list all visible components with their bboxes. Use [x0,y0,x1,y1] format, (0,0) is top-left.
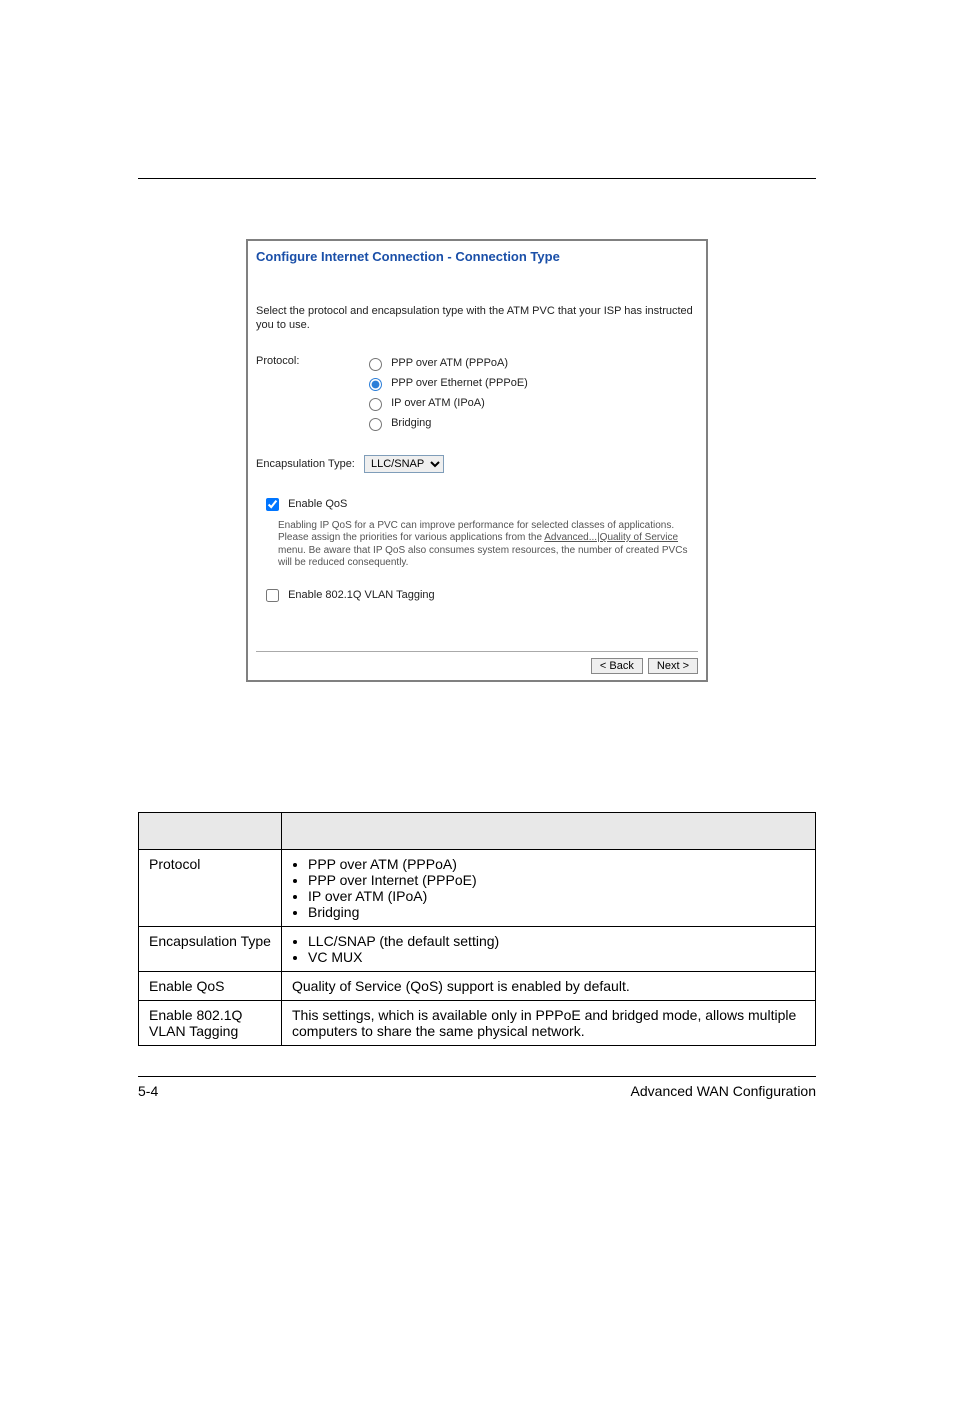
radio-label: IP over ATM (IPoA) [391,397,485,409]
list-item: PPP over ATM (PPPoA) [308,856,805,872]
enable-vlan-checkbox[interactable] [266,589,279,602]
cell-description: Quality of Service (QoS) support is enab… [282,971,816,1000]
cell-description: This settings, which is available only i… [282,1000,816,1045]
encapsulation-row: Encapsulation Type: LLC/SNAP [256,455,698,473]
table-header-setting [139,812,282,849]
list-item: LLC/SNAP (the default setting) [308,933,805,949]
radio-ipoa[interactable] [369,398,382,411]
page-footer: 5-4 Advanced WAN Configuration [138,1083,816,1099]
back-button[interactable]: < Back [591,658,643,674]
radio-pppoa[interactable] [369,358,382,371]
table-row: Enable 802.1Q VLAN Tagging This settings… [139,1000,816,1045]
qos-description: Enabling IP QoS for a PVC can improve pe… [278,520,690,570]
header-rule [138,178,816,179]
radio-pppoe[interactable] [369,378,382,391]
radio-label: Bridging [391,417,431,429]
table-header-row [139,812,816,849]
list-item: PPP over Internet (PPPoE) [308,872,805,888]
button-row: < Back Next > [256,658,698,674]
checkbox-label: Enable 802.1Q VLAN Tagging [288,589,435,601]
list-item: Bridging [308,904,805,920]
protocol-list: PPP over ATM (PPPoA) PPP over Internet (… [292,856,805,920]
protocol-option-pppoe[interactable]: PPP over Ethernet (PPPoE) [364,375,528,391]
protocol-row: Protocol: PPP over ATM (PPPoA) PPP over … [256,355,698,435]
panel-separator [256,651,698,652]
cell-setting: Enable QoS [139,971,282,1000]
encapsulation-select[interactable]: LLC/SNAP [364,455,444,473]
enable-qos-checkbox[interactable] [266,498,279,511]
checkbox-label: Enable QoS [288,498,347,510]
table-row: Enable QoS Quality of Service (QoS) supp… [139,971,816,1000]
cell-description: LLC/SNAP (the default setting) VC MUX [282,926,816,971]
table-header-description [282,812,816,849]
cell-setting: Protocol [139,849,282,926]
cell-setting: Enable 802.1Q VLAN Tagging [139,1000,282,1045]
qos-desc-post: menu. Be aware that IP QoS also consumes… [278,545,687,569]
qos-desc-link: Advanced...|Quality of Service [544,532,678,543]
cell-description: PPP over ATM (PPPoA) PPP over Internet (… [282,849,816,926]
protocol-options: PPP over ATM (PPPoA) PPP over Ethernet (… [364,355,528,435]
next-button[interactable]: Next > [648,658,698,674]
protocol-option-pppoa[interactable]: PPP over ATM (PPPoA) [364,355,528,371]
list-item: VC MUX [308,949,805,965]
encapsulation-list: LLC/SNAP (the default setting) VC MUX [292,933,805,965]
radio-label: PPP over Ethernet (PPPoE) [391,377,528,389]
section-title: Advanced WAN Configuration [631,1083,816,1099]
document-page: Configure Internet Connection - Connecti… [0,178,954,1413]
panel-intro-text: Select the protocol and encapsulation ty… [256,304,698,333]
protocol-option-bridging[interactable]: Bridging [364,415,528,431]
config-screenshot-panel: Configure Internet Connection - Connecti… [246,239,708,682]
enable-qos-row: Enable QoS [262,495,698,514]
protocol-option-ipoa[interactable]: IP over ATM (IPoA) [364,395,528,411]
panel-title: Configure Internet Connection - Connecti… [256,249,698,264]
protocol-label: Protocol: [256,355,364,435]
encapsulation-label: Encapsulation Type: [256,458,364,470]
radio-label: PPP over ATM (PPPoA) [391,357,508,369]
cell-setting: Encapsulation Type [139,926,282,971]
table-row: Encapsulation Type LLC/SNAP (the default… [139,926,816,971]
list-item: IP over ATM (IPoA) [308,888,805,904]
radio-bridging[interactable] [369,418,382,431]
page-number: 5-4 [138,1083,158,1099]
enable-vlan-row: Enable 802.1Q VLAN Tagging [262,586,698,605]
enable-vlan-checkbox-label[interactable]: Enable 802.1Q VLAN Tagging [262,589,435,601]
table-row: Protocol PPP over ATM (PPPoA) PPP over I… [139,849,816,926]
enable-qos-checkbox-label[interactable]: Enable QoS [262,498,347,510]
settings-description-table: Protocol PPP over ATM (PPPoA) PPP over I… [138,812,816,1046]
footer-rule [138,1076,816,1077]
